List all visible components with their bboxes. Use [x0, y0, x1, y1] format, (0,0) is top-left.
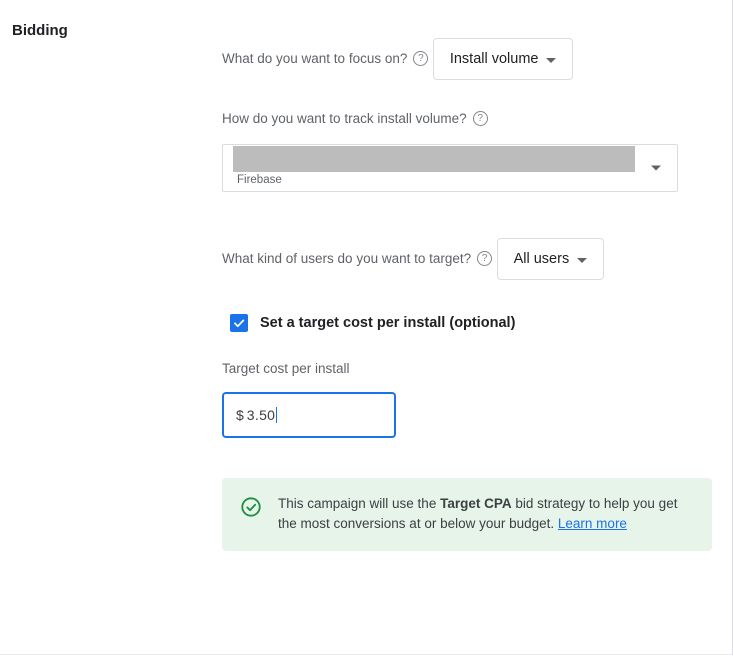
- section-title: Bidding: [12, 22, 222, 39]
- focus-label: What do you want to focus on? ?: [222, 51, 428, 66]
- users-dropdown-value: All users: [514, 251, 570, 267]
- chevron-down-icon: [577, 258, 587, 263]
- users-label-text: What kind of users do you want to target…: [222, 251, 471, 266]
- target-checkbox-label: Set a target cost per install (optional): [260, 315, 515, 331]
- users-dropdown[interactable]: All users: [497, 238, 605, 280]
- track-select-subtext: Firebase: [237, 174, 282, 186]
- users-label: What kind of users do you want to target…: [222, 251, 492, 266]
- chevron-down-icon: [546, 58, 556, 63]
- help-icon[interactable]: ?: [477, 251, 492, 266]
- bidding-form: What do you want to focus on? ? Install …: [222, 22, 722, 654]
- track-select[interactable]: Firebase: [222, 144, 678, 192]
- focus-dropdown-value: Install volume: [450, 51, 539, 67]
- strategy-banner: This campaign will use the Target CPA bi…: [222, 478, 712, 551]
- section-header: Bidding: [10, 22, 222, 654]
- banner-bold: Target CPA: [440, 496, 512, 511]
- currency-symbol: $: [236, 407, 244, 423]
- check-icon: [232, 316, 246, 330]
- redacted-block: [233, 146, 635, 172]
- target-cost-label: Target cost per install: [222, 361, 350, 376]
- focus-label-text: What do you want to focus on?: [222, 51, 407, 66]
- track-label: How do you want to track install volume?…: [222, 111, 488, 126]
- target-cost-value: 3.50: [247, 407, 275, 423]
- chevron-down-icon: [651, 166, 661, 171]
- banner-pre: This campaign will use the: [278, 496, 440, 511]
- help-icon[interactable]: ?: [473, 111, 488, 126]
- text-cursor: [276, 407, 277, 423]
- learn-more-link[interactable]: Learn more: [558, 516, 627, 531]
- target-checkbox[interactable]: [230, 314, 248, 332]
- target-cost-input[interactable]: $ 3.50: [222, 392, 396, 438]
- check-circle-icon: [240, 496, 262, 523]
- track-label-text: How do you want to track install volume?: [222, 111, 467, 126]
- banner-text: This campaign will use the Target CPA bi…: [278, 494, 694, 535]
- focus-dropdown[interactable]: Install volume: [433, 38, 574, 80]
- help-icon[interactable]: ?: [413, 51, 428, 66]
